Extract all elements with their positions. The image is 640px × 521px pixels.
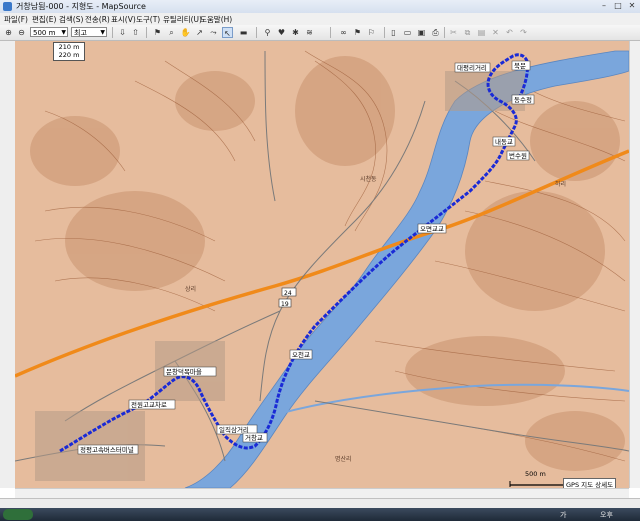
gps-detail-info: GPS 지도 상세도 [563,478,617,488]
svg-text:시천동: 시천동 [360,175,377,183]
close-button[interactable]: ✕ [626,1,638,11]
menu-help[interactable]: 도움말(H) [200,14,232,25]
route-tool-icon[interactable]: ↗ [194,27,205,38]
waypoint-label[interactable]: 대평리거리 [457,63,487,72]
maximize-button[interactable]: □ [612,1,624,11]
find-places-icon[interactable]: ⚲ [262,27,273,38]
toolbar-separator [256,27,257,38]
undo-icon[interactable]: ↶ [504,27,515,38]
menu-search[interactable]: 검색(S) [59,14,83,25]
waypoint-tool-icon[interactable]: ⚑ [152,27,163,38]
waypoint-label[interactable]: 정평고속버스터미널 [80,445,134,454]
waypoint-label[interactable]: 전원고교차로 [131,400,167,409]
save-file-icon[interactable]: ▣ [416,27,427,38]
paste-icon[interactable]: ▤ [476,27,487,38]
map-view[interactable]: 대평리거리 북문 동수정 내동교 번수원 오면교교 오천교 문창덕목마을 전원고… [15,41,629,488]
toolbar: ⊕ ⊖ 500 m ▼ 최고 ▼ ⇩ ⇧ ⚑ ⌕ ✋ ↗ ⤳ ↖ ▬ ⚲ ♥ ✱ ≋… [0,25,640,41]
receive-device-icon[interactable]: ⇩ [117,27,128,38]
topographic-map[interactable]: 대평리거리 북문 동수정 내동교 번수원 오면교교 오천교 문창덕목마을 전원고… [15,41,629,488]
detail-level-select[interactable]: 최고 ▼ [71,27,107,37]
delete-icon[interactable]: ✕ [490,27,501,38]
toolbar-separator [384,27,385,38]
redo-icon[interactable]: ↷ [518,27,529,38]
scale-bar-label: 500 m [525,470,546,478]
print-icon[interactable]: ⎙ [430,27,441,38]
svg-text:상리: 상리 [185,285,196,293]
svg-text:명산리: 명산리 [335,455,352,463]
waypoint-label[interactable]: 문창덕목마을 [166,367,202,376]
toolbar-separator [112,27,113,38]
os-taskbar: 가 오후 [0,508,640,521]
find-previous-icon[interactable]: ⚐ [366,27,377,38]
left-panel-strip [0,41,16,488]
elevation-scale-box: 210 m 220 m [53,42,85,61]
waypoint-label[interactable]: 북문 [514,62,526,70]
waypoint-label[interactable]: 일직삼거리 [219,425,249,434]
ime-indicator[interactable]: 가 [560,510,566,520]
zoom-out-icon[interactable]: ⊖ [16,27,27,38]
route-number: 24 [284,290,292,297]
menu-edit[interactable]: 편집(E) [32,14,56,25]
clock: 오후 [600,511,613,519]
menu-file[interactable]: 파일(F) [4,14,28,25]
app-icon [3,2,12,11]
menu-tools[interactable]: 도구(T) [136,14,160,25]
menu-utilities[interactable]: 유틸리티(U) [163,14,202,25]
copy-icon[interactable]: ⧉ [462,27,473,38]
waypoint-label[interactable]: 번수원 [509,151,527,160]
chevron-down-icon: ▼ [61,29,66,36]
find-address-icon[interactable]: ♥ [276,27,287,38]
menu-transfer[interactable]: 전송(R) [85,14,110,25]
svg-text:하리: 하리 [555,180,566,188]
select-tool-icon[interactable]: ↖ [222,27,233,38]
waypoint-label[interactable]: 오면교교 [420,224,444,233]
menu-view[interactable]: 표시(V) [111,14,136,25]
cut-icon[interactable]: ✂ [448,27,459,38]
toolbar-separator [444,27,445,38]
route-number: 19 [281,301,289,308]
toolbar-separator [330,27,331,38]
chevron-down-icon: ▼ [100,29,105,36]
vertical-scrollbar[interactable] [629,41,640,488]
open-file-icon[interactable]: ▭ [402,27,413,38]
send-device-icon[interactable]: ⇧ [130,27,141,38]
toolbar-separator [146,27,147,38]
measure-tool-icon[interactable]: ▬ [238,27,249,38]
find-interest-icon[interactable]: ✱ [290,27,301,38]
zoom-in-icon[interactable]: ⊕ [3,27,14,38]
zoom-tool-icon[interactable]: ⌕ [166,27,177,38]
waypoint-label[interactable]: 동수정 [514,95,532,104]
waypoint-label[interactable]: 오천교 [292,350,310,359]
title-bar: 거창남됨-000 - 지형도 - MapSource – □ ✕ [0,0,640,14]
track-tool-icon[interactable]: ⤳ [208,27,219,38]
find-geo-icon[interactable]: ≋ [304,27,315,38]
waypoint-label[interactable]: 내동교 [495,137,513,146]
zoom-level-select[interactable]: 500 m ▼ [30,27,68,37]
binoculars-icon[interactable]: ∞ [338,27,349,38]
window-title: 거창남됨-000 - 지형도 - MapSource [16,2,146,11]
start-button[interactable] [3,509,33,520]
find-next-icon[interactable]: ⚑ [352,27,363,38]
new-file-icon[interactable]: ▯ [388,27,399,38]
minimize-button[interactable]: – [598,1,610,11]
hand-tool-icon[interactable]: ✋ [180,27,191,38]
waypoint-label[interactable]: 거창교 [245,433,263,442]
